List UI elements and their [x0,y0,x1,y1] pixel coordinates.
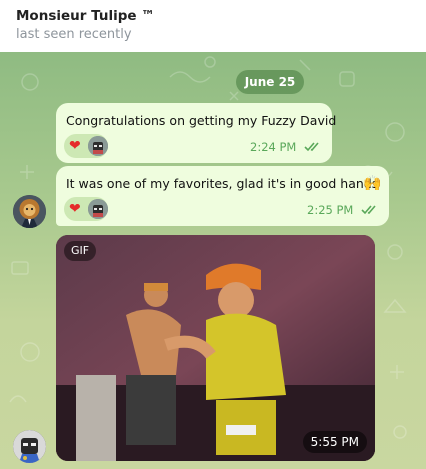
message-text: Congratulations on getting my Fuzzy Davi… [66,113,337,128]
double-check-icon [304,142,319,152]
heart-reaction-icon[interactable]: ❤ [69,137,81,155]
message-text: It was one of my favorites, glad it's in… [66,176,379,191]
reactor-avatar [88,136,108,156]
message-time: 2:25 PM [307,203,354,217]
reactions-bar[interactable]: ❤ [64,197,108,221]
reactions-bar[interactable]: ❤ [64,134,108,158]
message-meta: 2:25 PM [307,203,379,217]
message-bubble[interactable]: Congratulations on getting my Fuzzy Davi… [56,103,336,163]
message-bubble[interactable]: It was one of my favorites, glad it's in… [56,166,389,226]
heart-reaction-icon[interactable]: ❤ [69,200,81,218]
raising-hands-emoji: 🙌 [363,174,382,192]
double-check-icon [361,205,376,215]
sender-avatar[interactable] [13,430,46,463]
gif-message[interactable]: GIF 5:55 PM [56,235,375,461]
gif-preview-image [56,235,375,461]
chat-header[interactable]: Monsieur Tulipe ™ last seen recently [0,0,426,52]
message-time: 2:24 PM [250,140,297,154]
sender-avatar[interactable] [13,195,46,228]
chat-title[interactable]: Monsieur Tulipe ™ [16,8,155,24]
reactor-avatar [88,199,108,219]
message-meta: 2:24 PM [250,140,322,154]
gif-badge: GIF [64,241,97,261]
last-seen-status: last seen recently [16,27,132,42]
chat-area[interactable]: June 25 Congratulations on getting my Fu… [0,52,426,469]
gif-time: 5:55 PM [302,431,367,453]
date-separator: June 25 [236,70,304,94]
